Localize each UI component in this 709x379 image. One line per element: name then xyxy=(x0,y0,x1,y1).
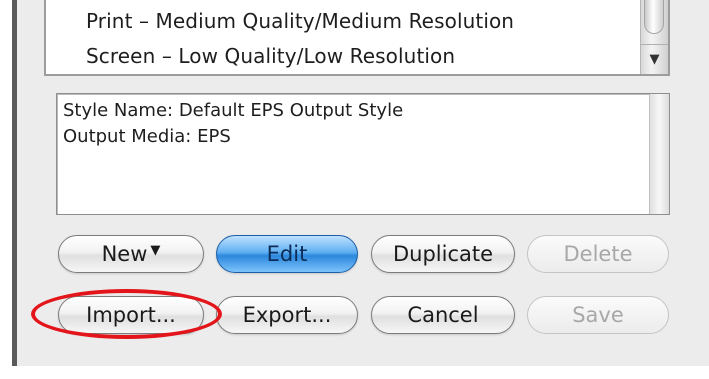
list-item[interactable]: Print – Medium Quality/Medium Resolution xyxy=(86,9,514,33)
edit-button[interactable]: Edit xyxy=(216,235,358,273)
output-media-text: Output Media: EPS xyxy=(63,126,231,147)
scrollbar-thumb[interactable] xyxy=(644,0,664,34)
duplicate-button[interactable]: Duplicate xyxy=(371,235,515,273)
import-button-label: Import... xyxy=(86,303,176,327)
new-button-label: New xyxy=(101,242,148,266)
style-name-text: Style Name: Default EPS Output Style xyxy=(63,100,404,121)
info-scrollbar[interactable] xyxy=(649,94,669,214)
export-button[interactable]: Export... xyxy=(216,296,358,334)
new-button[interactable]: New ▼ xyxy=(58,235,204,273)
import-button[interactable]: Import... xyxy=(58,296,204,334)
list-item[interactable]: Screen – Low Quality/Low Resolution xyxy=(86,44,455,68)
list-scrollbar[interactable]: ▼ xyxy=(640,0,668,74)
style-info-box: Style Name: Default EPS Output Style Out… xyxy=(56,93,670,215)
delete-button[interactable]: Delete xyxy=(527,235,669,273)
duplicate-button-label: Duplicate xyxy=(392,242,494,266)
export-button-label: Export... xyxy=(242,303,332,327)
dialog-bottom-edge xyxy=(12,366,709,379)
delete-button-label: Delete xyxy=(563,242,633,266)
dropdown-caret-icon: ▼ xyxy=(150,242,161,258)
save-button[interactable]: Save xyxy=(527,296,669,334)
cancel-button-label: Cancel xyxy=(407,303,479,327)
scroll-down-arrow-icon[interactable]: ▼ xyxy=(641,44,668,74)
cancel-button[interactable]: Cancel xyxy=(371,296,515,334)
output-style-list[interactable]: Print – Medium Quality/Medium Resolution… xyxy=(44,0,670,76)
save-button-label: Save xyxy=(572,303,624,327)
edit-button-label: Edit xyxy=(266,242,308,266)
